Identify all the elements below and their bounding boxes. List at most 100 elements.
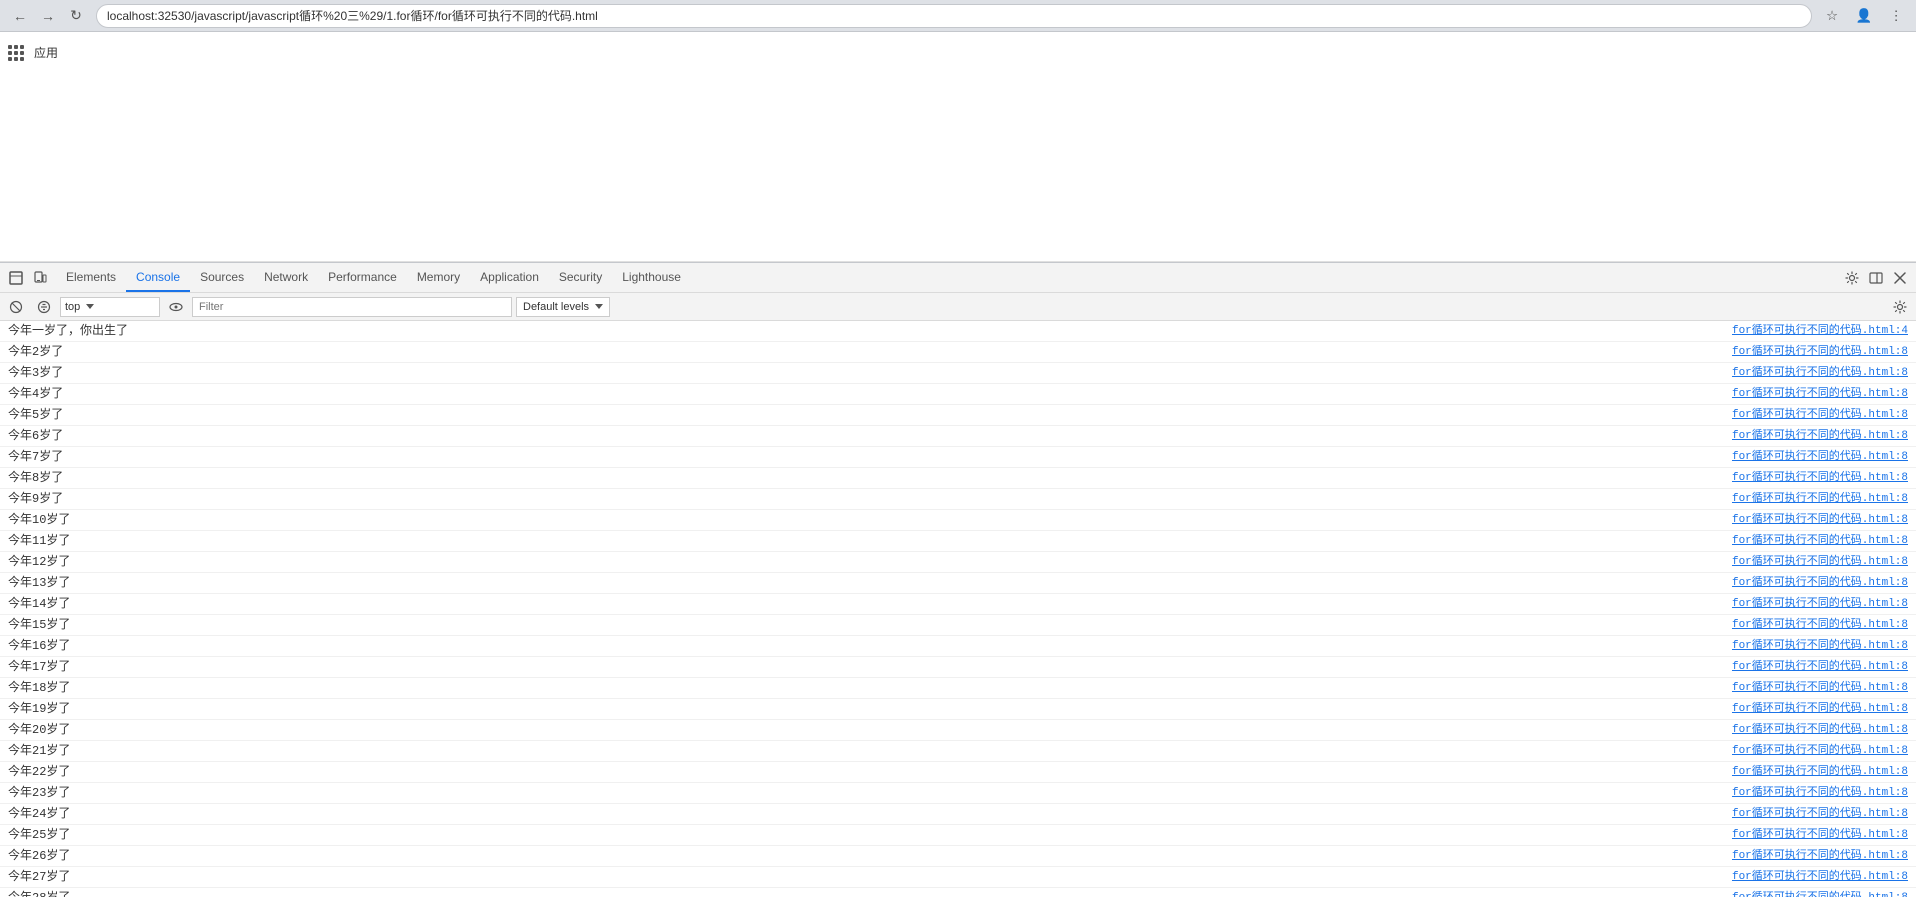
console-source-link[interactable]: for循环可执行不同的代码.html:8 bbox=[1732, 448, 1908, 466]
console-message-text: 今年13岁了 bbox=[8, 574, 1716, 592]
console-source-link[interactable]: for循环可执行不同的代码.html:8 bbox=[1732, 805, 1908, 823]
inspect-element-button[interactable] bbox=[4, 266, 28, 290]
menu-button[interactable]: ⋮ bbox=[1884, 4, 1908, 28]
devtools-tabs: Elements Console Sources Network Perform… bbox=[56, 263, 1840, 292]
console-source-link[interactable]: for循环可执行不同的代码.html:8 bbox=[1732, 595, 1908, 613]
devtools-right-actions bbox=[1840, 266, 1912, 290]
clear-console-button[interactable] bbox=[4, 295, 28, 319]
tab-elements[interactable]: Elements bbox=[56, 263, 126, 292]
console-row: 今年17岁了 for循环可执行不同的代码.html:8 bbox=[0, 657, 1916, 678]
console-message-text: 今年10岁了 bbox=[8, 511, 1716, 529]
console-row: 今年23岁了for循环可执行不同的代码.html:8 bbox=[0, 783, 1916, 804]
console-source-link[interactable]: for循环可执行不同的代码.html:8 bbox=[1732, 889, 1908, 897]
default-levels-button[interactable]: Default levels bbox=[516, 297, 610, 317]
console-source-link[interactable]: for循环可执行不同的代码.html:8 bbox=[1732, 343, 1908, 361]
console-row: 今年27岁了 for循环可执行不同的代码.html:8 bbox=[0, 867, 1916, 888]
console-message-text: 今年7岁了 bbox=[8, 448, 1716, 466]
console-source-link[interactable]: for循环可执行不同的代码.html:8 bbox=[1732, 406, 1908, 424]
console-source-link[interactable]: for循环可执行不同的代码.html:4 bbox=[1732, 322, 1908, 340]
console-message-text: 今年一岁了，你出生了 bbox=[8, 322, 1716, 340]
console-source-link[interactable]: for循环可执行不同的代码.html:8 bbox=[1732, 574, 1908, 592]
tab-console[interactable]: Console bbox=[126, 263, 190, 292]
console-message-text: 今年21岁了 bbox=[8, 742, 1716, 760]
console-settings-button[interactable] bbox=[1888, 295, 1912, 319]
tab-memory[interactable]: Memory bbox=[407, 263, 470, 292]
context-chevron-icon bbox=[86, 304, 94, 309]
apps-bar: 应用 bbox=[8, 40, 58, 65]
context-selector[interactable]: top bbox=[60, 297, 160, 317]
dock-button[interactable] bbox=[1864, 266, 1888, 290]
console-message-text: 今年8岁了 bbox=[8, 469, 1716, 487]
console-source-link[interactable]: for循环可执行不同的代码.html:8 bbox=[1732, 700, 1908, 718]
console-right-actions bbox=[1888, 295, 1912, 319]
console-row: 今年9岁了for循环可执行不同的代码.html:8 bbox=[0, 489, 1916, 510]
tab-application[interactable]: Application bbox=[470, 263, 549, 292]
filter-icon-button[interactable] bbox=[32, 295, 56, 319]
console-source-link[interactable]: for循环可执行不同的代码.html:8 bbox=[1732, 469, 1908, 487]
console-row: 今年10岁了 for循环可执行不同的代码.html:8 bbox=[0, 510, 1916, 531]
console-source-link[interactable]: for循环可执行不同的代码.html:8 bbox=[1732, 679, 1908, 697]
console-message-text: 今年25岁了 bbox=[8, 826, 1716, 844]
filter-input[interactable] bbox=[192, 297, 512, 317]
tab-network[interactable]: Network bbox=[254, 263, 318, 292]
console-message-text: 今年4岁了 bbox=[8, 385, 1716, 403]
tab-security[interactable]: Security bbox=[549, 263, 612, 292]
devtools-tab-bar: Elements Console Sources Network Perform… bbox=[0, 263, 1916, 293]
tab-sources[interactable]: Sources bbox=[190, 263, 254, 292]
console-row: 今年一岁了，你出生了 for循环可执行不同的代码.html:4 bbox=[0, 321, 1916, 342]
console-row: 今年7岁了 for循环可执行不同的代码.html:8 bbox=[0, 447, 1916, 468]
profile-button[interactable]: 👤 bbox=[1852, 4, 1876, 28]
console-source-link[interactable]: for循环可执行不同的代码.html:8 bbox=[1732, 385, 1908, 403]
console-row: 今年4岁了 for循环可执行不同的代码.html:8 bbox=[0, 384, 1916, 405]
console-row: 今年11岁了 for循环可执行不同的代码.html:8 bbox=[0, 531, 1916, 552]
console-source-link[interactable]: for循环可执行不同的代码.html:8 bbox=[1732, 721, 1908, 739]
console-source-link[interactable]: for循环可执行不同的代码.html:8 bbox=[1732, 532, 1908, 550]
forward-button[interactable]: → bbox=[36, 4, 60, 28]
console-row: 今年22岁了for循环可执行不同的代码.html:8 bbox=[0, 762, 1916, 783]
console-row: 今年15岁了 for循环可执行不同的代码.html:8 bbox=[0, 615, 1916, 636]
console-source-link[interactable]: for循环可执行不同的代码.html:8 bbox=[1732, 511, 1908, 529]
console-message-text: 今年17岁了 bbox=[8, 658, 1716, 676]
bookmark-button[interactable]: ☆ bbox=[1820, 4, 1844, 28]
console-row: 今年3岁了for循环可执行不同的代码.html:8 bbox=[0, 363, 1916, 384]
console-row: 今年21岁了 for循环可执行不同的代码.html:8 bbox=[0, 741, 1916, 762]
console-source-link[interactable]: for循环可执行不同的代码.html:8 bbox=[1732, 637, 1908, 655]
console-row: 今年5岁了for循环可执行不同的代码.html:8 bbox=[0, 405, 1916, 426]
console-row: 今年19岁了for循环可执行不同的代码.html:8 bbox=[0, 699, 1916, 720]
devtools-panel: Elements Console Sources Network Perform… bbox=[0, 262, 1916, 897]
console-row: 今年2岁了for循环可执行不同的代码.html:8 bbox=[0, 342, 1916, 363]
console-message-text: 今年20岁了 bbox=[8, 721, 1716, 739]
eye-button[interactable] bbox=[164, 295, 188, 319]
console-source-link[interactable]: for循环可执行不同的代码.html:8 bbox=[1732, 658, 1908, 676]
device-toggle-button[interactable] bbox=[28, 266, 52, 290]
console-source-link[interactable]: for循环可执行不同的代码.html:8 bbox=[1732, 784, 1908, 802]
console-source-link[interactable]: for循环可执行不同的代码.html:8 bbox=[1732, 868, 1908, 886]
tab-lighthouse[interactable]: Lighthouse bbox=[612, 263, 691, 292]
console-message-text: 今年12岁了 bbox=[8, 553, 1716, 571]
tab-performance[interactable]: Performance bbox=[318, 263, 407, 292]
console-source-link[interactable]: for循环可执行不同的代码.html:8 bbox=[1732, 847, 1908, 865]
console-source-link[interactable]: for循环可执行不同的代码.html:8 bbox=[1732, 553, 1908, 571]
console-message-text: 今年28岁了 bbox=[8, 889, 1716, 897]
console-source-link[interactable]: for循环可执行不同的代码.html:8 bbox=[1732, 763, 1908, 781]
console-source-link[interactable]: for循环可执行不同的代码.html:8 bbox=[1732, 364, 1908, 382]
console-source-link[interactable]: for循环可执行不同的代码.html:8 bbox=[1732, 826, 1908, 844]
console-message-text: 今年11岁了 bbox=[8, 532, 1716, 550]
url-bar[interactable] bbox=[96, 4, 1812, 28]
console-message-text: 今年18岁了 bbox=[8, 679, 1716, 697]
console-source-link[interactable]: for循环可执行不同的代码.html:8 bbox=[1732, 616, 1908, 634]
console-message-text: 今年15岁了 bbox=[8, 616, 1716, 634]
default-levels-label: Default levels bbox=[523, 301, 589, 313]
settings-button[interactable] bbox=[1840, 266, 1864, 290]
console-row: 今年12岁了 for循环可执行不同的代码.html:8 bbox=[0, 552, 1916, 573]
console-source-link[interactable]: for循环可执行不同的代码.html:8 bbox=[1732, 427, 1908, 445]
console-message-text: 今年27岁了 bbox=[8, 868, 1716, 886]
back-button[interactable]: ← bbox=[8, 4, 32, 28]
levels-chevron-icon bbox=[595, 304, 603, 309]
console-source-link[interactable]: for循环可执行不同的代码.html:8 bbox=[1732, 490, 1908, 508]
console-row: 今年6岁了for循环可执行不同的代码.html:8 bbox=[0, 426, 1916, 447]
reload-button[interactable]: ↻ bbox=[64, 4, 88, 28]
console-source-link[interactable]: for循环可执行不同的代码.html:8 bbox=[1732, 742, 1908, 760]
console-row: 今年8岁了 for循环可执行不同的代码.html:8 bbox=[0, 468, 1916, 489]
close-devtools-button[interactable] bbox=[1888, 266, 1912, 290]
